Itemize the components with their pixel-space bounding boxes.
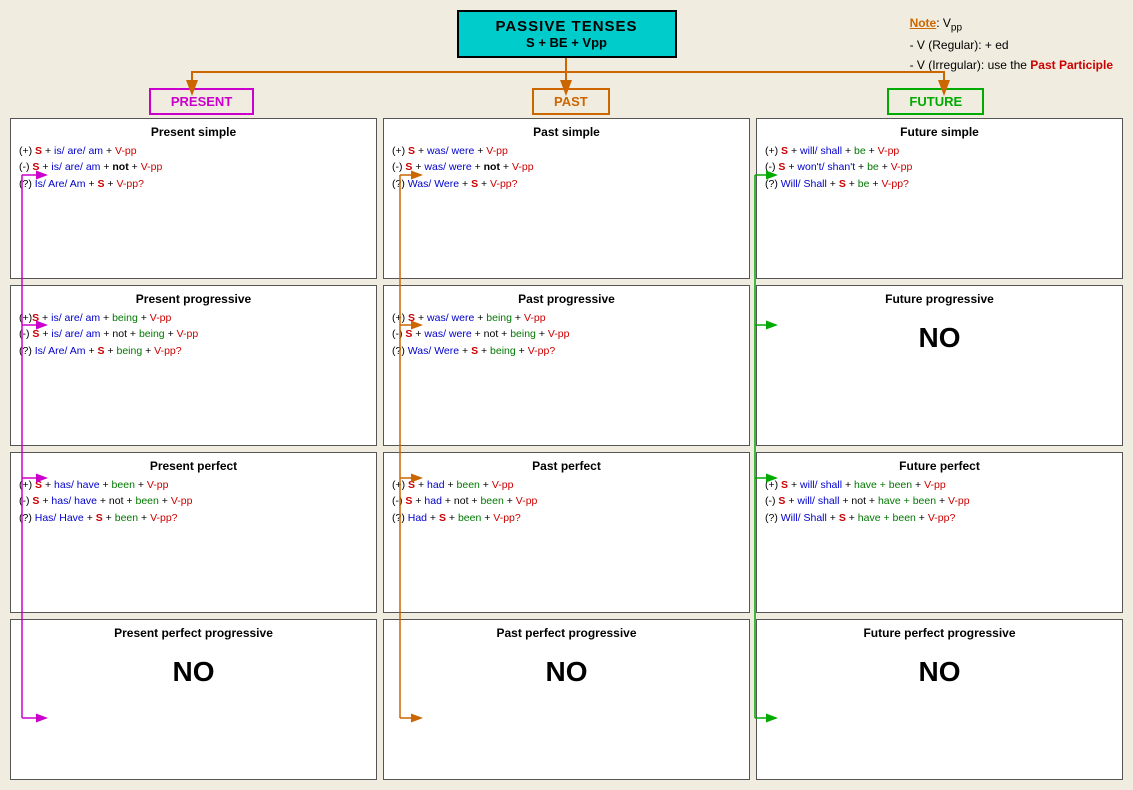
past-simple-title: Past simple [392,125,741,139]
cell-present-perfect-progressive: Present perfect progressive NO [10,619,377,780]
pperf-line2: (-) S + has/ have + not + been + V-pp [19,493,368,509]
pastp-line3: (?) Was/ Were + S + being + V-pp? [392,343,741,359]
fs-line2: (-) S + won't/ shan't + be + V-pp [765,159,1114,175]
ps-line3: (?) Is/ Are/ Am + S + V-pp? [19,176,368,192]
note-line2: - V (Irregular): use the Past Participle [910,56,1113,75]
cell-past-perfect: Past perfect (+) S + had + been + V-pp (… [383,452,750,613]
cell-future-perfect: Future perfect (+) S + will/ shall + hav… [756,452,1123,613]
col-header-future: FUTURE [887,88,984,115]
future-simple-content: (+) S + will/ shall + be + V-pp (-) S + … [765,143,1114,192]
future-simple-title: Future simple [765,125,1114,139]
pastpp-no: NO [392,656,741,688]
past-perf-title: Past perfect [392,459,741,473]
title-box: PASSIVE TENSES S + BE + Vpp [457,10,677,58]
cell-present-progressive: Present progressive (+)S + is/ are/ am +… [10,285,377,446]
cell-future-simple: Future simple (+) S + will/ shall + be +… [756,118,1123,279]
present-prog-content: (+)S + is/ are/ am + being + V-pp (-) S … [19,310,368,359]
cell-past-perfect-progressive: Past perfect progressive NO [383,619,750,780]
pperf-line3: (?) Has/ Have + S + been + V-pp? [19,510,368,526]
ps-line1: (+) S + is/ are/ am + V-pp [19,143,368,159]
fpp-no: NO [765,656,1114,688]
note-line0: Note: Vpp [910,14,1113,36]
pp-line3: (?) Is/ Are/ Am + S + being + V-pp? [19,343,368,359]
pastp-line1: (+) S + was/ were + being + V-pp [392,310,741,326]
cell-future-perfect-progressive: Future perfect progressive NO [756,619,1123,780]
present-perf-title: Present perfect [19,459,368,473]
ps-line2: (-) S + is/ are/ am + not + V-pp [19,159,368,175]
cell-present-simple: Present simple (+) S + is/ are/ am + V-p… [10,118,377,279]
pp-line2: (-) S + is/ are/ am + not + being + V-pp [19,326,368,342]
cell-past-progressive: Past progressive (+) S + was/ were + bei… [383,285,750,446]
title-main: PASSIVE TENSES [475,18,659,35]
fperf-line1: (+) S + will/ shall + have + been + V-pp [765,477,1114,493]
note-label: Note [910,16,937,30]
past-simple-content: (+) S + was/ were + V-pp (-) S + was/ we… [392,143,741,192]
present-prog-title: Present progressive [19,292,368,306]
pastperf-line3: (?) Had + S + been + V-pp? [392,510,741,526]
pastpp-title: Past perfect progressive [392,626,741,640]
note-line1: - V (Regular): + ed [910,36,1113,55]
fpp-title: Future perfect progressive [765,626,1114,640]
cell-past-simple: Past simple (+) S + was/ were + V-pp (-)… [383,118,750,279]
present-simple-title: Present simple [19,125,368,139]
fperf-line2: (-) S + will/ shall + not + have + been … [765,493,1114,509]
col-header-past: PAST [532,88,610,115]
tense-grid: Present simple (+) S + is/ are/ am + V-p… [10,118,1123,780]
future-prog-title: Future progressive [765,292,1114,306]
past-participle-text: Past Participle [1030,58,1113,72]
pastperf-line2: (-) S + had + not + been + V-pp [392,493,741,509]
past-prog-content: (+) S + was/ were + being + V-pp (-) S +… [392,310,741,359]
future-prog-no: NO [765,322,1114,354]
main-container: PASSIVE TENSES S + BE + Vpp Note: Vpp - … [0,0,1133,790]
future-perf-content: (+) S + will/ shall + have + been + V-pp… [765,477,1114,526]
title-sub: S + BE + Vpp [475,35,659,50]
pasts-line2: (-) S + was/ were + not + V-pp [392,159,741,175]
ppp-title: Present perfect progressive [19,626,368,640]
pasts-line1: (+) S + was/ were + V-pp [392,143,741,159]
note-area: Note: Vpp - V (Regular): + ed - V (Irreg… [910,14,1113,75]
pperf-line1: (+) S + has/ have + been + V-pp [19,477,368,493]
ppp-no: NO [19,656,368,688]
col-headers: PRESENT PAST FUTURE [10,88,1123,115]
pp-line1: (+)S + is/ are/ am + being + V-pp [19,310,368,326]
future-perf-title: Future perfect [765,459,1114,473]
present-perf-content: (+) S + has/ have + been + V-pp (-) S + … [19,477,368,526]
pasts-line3: (?) Was/ Were + S + V-pp? [392,176,741,192]
cell-future-progressive: Future progressive NO [756,285,1123,446]
cell-present-perfect: Present perfect (+) S + has/ have + been… [10,452,377,613]
pastperf-line1: (+) S + had + been + V-pp [392,477,741,493]
past-perf-content: (+) S + had + been + V-pp (-) S + had + … [392,477,741,526]
col-header-present: PRESENT [149,88,254,115]
fs-line1: (+) S + will/ shall + be + V-pp [765,143,1114,159]
present-simple-content: (+) S + is/ are/ am + V-pp (-) S + is/ a… [19,143,368,192]
pastp-line2: (-) S + was/ were + not + being + V-pp [392,326,741,342]
fperf-line3: (?) Will/ Shall + S + have + been + V-pp… [765,510,1114,526]
fs-line3: (?) Will/ Shall + S + be + V-pp? [765,176,1114,192]
past-prog-title: Past progressive [392,292,741,306]
